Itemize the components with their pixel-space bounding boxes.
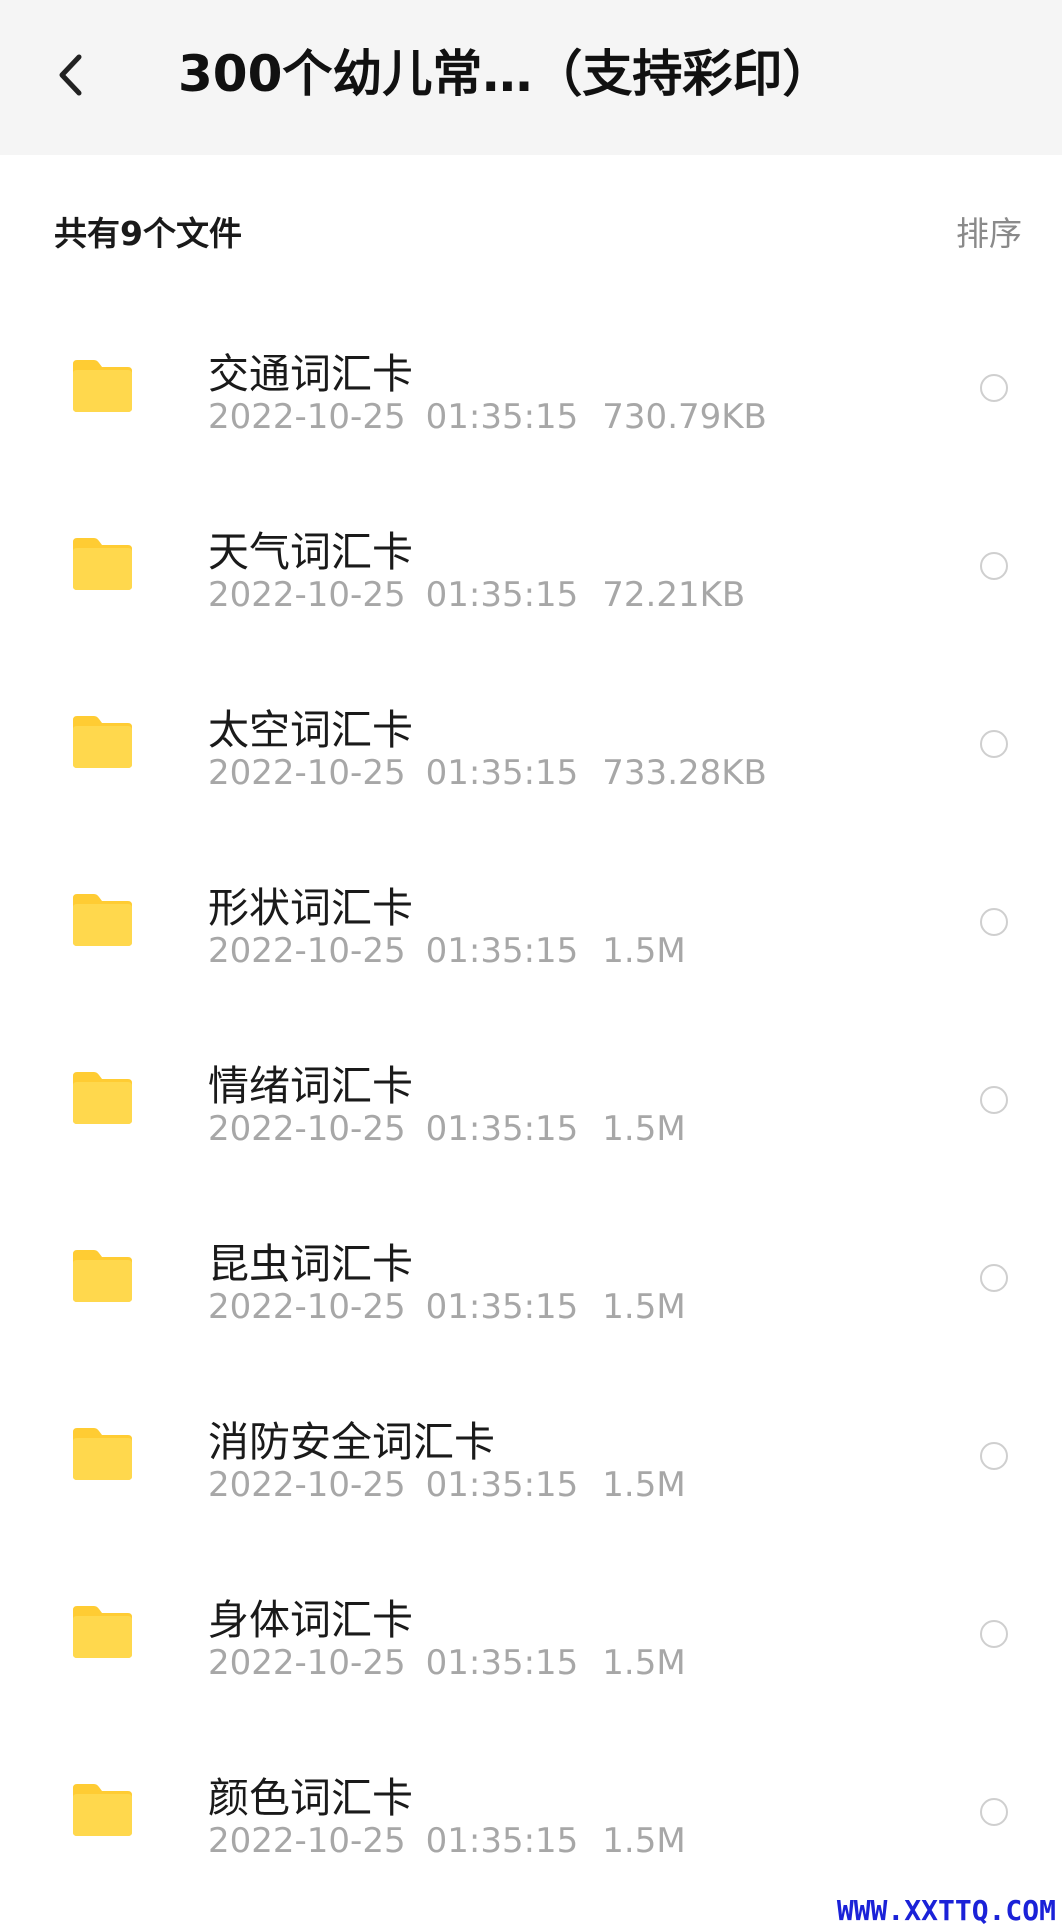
file-meta: 2022-10-25 01:35:15 1.5M <box>208 1821 686 1861</box>
file-row[interactable]: 情绪词汇卡 2022-10-25 01:35:15 1.5M <box>0 1012 1062 1190</box>
file-row[interactable]: 昆虫词汇卡 2022-10-25 01:35:15 1.5M <box>0 1190 1062 1368</box>
file-date: 2022-10-25 <box>208 1465 406 1505</box>
file-meta: 2022-10-25 01:35:15 1.5M <box>208 1643 686 1683</box>
file-name: 太空词汇卡 <box>208 706 413 754</box>
file-time: 01:35:15 <box>425 1465 579 1505</box>
file-row[interactable]: 消防安全词汇卡 2022-10-25 01:35:15 1.5M <box>0 1368 1062 1546</box>
file-name: 颜色词汇卡 <box>208 1774 413 1822</box>
file-name: 形状词汇卡 <box>208 884 413 932</box>
file-date: 2022-10-25 <box>208 931 406 971</box>
file-list: 交通词汇卡 2022-10-25 01:35:15 730.79KB 天气词汇卡 2022… <box>0 300 1062 1902</box>
file-size: 1.5M <box>602 1109 686 1149</box>
file-date: 2022-10-25 <box>208 753 406 793</box>
file-date: 2022-10-25 <box>208 1821 406 1861</box>
file-size: 1.5M <box>602 1287 686 1327</box>
file-meta: 2022-10-25 01:35:15 1.5M <box>208 1287 686 1327</box>
file-size: 72.21KB <box>602 575 746 615</box>
select-radio[interactable] <box>980 552 1008 580</box>
watermark: WWW.XXTTQ.COM <box>836 1894 1056 1927</box>
file-time: 01:35:15 <box>425 1821 579 1861</box>
file-size: 1.5M <box>602 931 686 971</box>
select-radio[interactable] <box>980 1264 1008 1292</box>
file-time: 01:35:15 <box>425 397 579 437</box>
folder-icon <box>70 1426 135 1482</box>
back-button[interactable] <box>40 40 100 110</box>
file-meta: 2022-10-25 01:35:15 72.21KB <box>208 575 745 615</box>
file-date: 2022-10-25 <box>208 397 406 437</box>
file-time: 01:35:15 <box>425 1287 579 1327</box>
folder-icon <box>70 1782 135 1838</box>
file-name: 身体词汇卡 <box>208 1596 413 1644</box>
page-title: 300个幼儿常…（支持彩印） <box>178 45 833 103</box>
file-date: 2022-10-25 <box>208 575 406 615</box>
file-row[interactable]: 交通词汇卡 2022-10-25 01:35:15 730.79KB <box>0 300 1062 478</box>
select-radio[interactable] <box>980 374 1008 402</box>
file-time: 01:35:15 <box>425 1643 579 1683</box>
folder-icon <box>70 1070 135 1126</box>
file-meta: 2022-10-25 01:35:15 733.28KB <box>208 753 767 793</box>
file-row[interactable]: 形状词汇卡 2022-10-25 01:35:15 1.5M <box>0 834 1062 1012</box>
select-radio[interactable] <box>980 730 1008 758</box>
file-meta: 2022-10-25 01:35:15 1.5M <box>208 1465 686 1505</box>
file-name: 昆虫词汇卡 <box>208 1240 413 1288</box>
file-time: 01:35:15 <box>425 1109 579 1149</box>
file-row[interactable]: 天气词汇卡 2022-10-25 01:35:15 72.21KB <box>0 478 1062 656</box>
file-meta: 2022-10-25 01:35:15 1.5M <box>208 931 686 971</box>
select-radio[interactable] <box>980 1798 1008 1826</box>
file-name: 交通词汇卡 <box>208 350 413 398</box>
file-name: 情绪词汇卡 <box>208 1062 413 1110</box>
select-radio[interactable] <box>980 908 1008 936</box>
file-row[interactable]: 太空词汇卡 2022-10-25 01:35:15 733.28KB <box>0 656 1062 834</box>
file-size: 1.5M <box>602 1821 686 1861</box>
file-row[interactable]: 颜色词汇卡 2022-10-25 01:35:15 1.5M <box>0 1724 1062 1902</box>
folder-icon <box>70 892 135 948</box>
file-size: 733.28KB <box>602 753 767 793</box>
file-time: 01:35:15 <box>425 575 579 615</box>
file-meta: 2022-10-25 01:35:15 730.79KB <box>208 397 767 437</box>
chevron-left-icon <box>59 54 82 96</box>
file-name: 消防安全词汇卡 <box>208 1418 495 1466</box>
file-date: 2022-10-25 <box>208 1287 406 1327</box>
folder-icon <box>70 1248 135 1304</box>
folder-icon <box>70 714 135 770</box>
file-size: 1.5M <box>602 1465 686 1505</box>
select-radio[interactable] <box>980 1442 1008 1470</box>
file-name: 天气词汇卡 <box>208 528 413 576</box>
select-radio[interactable] <box>980 1620 1008 1648</box>
file-date: 2022-10-25 <box>208 1643 406 1683</box>
folder-icon <box>70 1604 135 1660</box>
file-size: 730.79KB <box>602 397 767 437</box>
file-meta: 2022-10-25 01:35:15 1.5M <box>208 1109 686 1149</box>
sort-button[interactable]: 排序 <box>956 207 1022 255</box>
file-row[interactable]: 身体词汇卡 2022-10-25 01:35:15 1.5M <box>0 1546 1062 1724</box>
file-count-label: 共有9个文件 <box>54 214 242 253</box>
file-date: 2022-10-25 <box>208 1109 406 1149</box>
file-size: 1.5M <box>602 1643 686 1683</box>
app-header: 300个幼儿常…（支持彩印） <box>0 0 1062 155</box>
folder-icon <box>70 358 135 414</box>
file-time: 01:35:15 <box>425 753 579 793</box>
folder-icon <box>70 536 135 592</box>
file-time: 01:35:15 <box>425 931 579 971</box>
select-radio[interactable] <box>980 1086 1008 1114</box>
summary-bar: 共有9个文件 排序 <box>0 155 1062 305</box>
